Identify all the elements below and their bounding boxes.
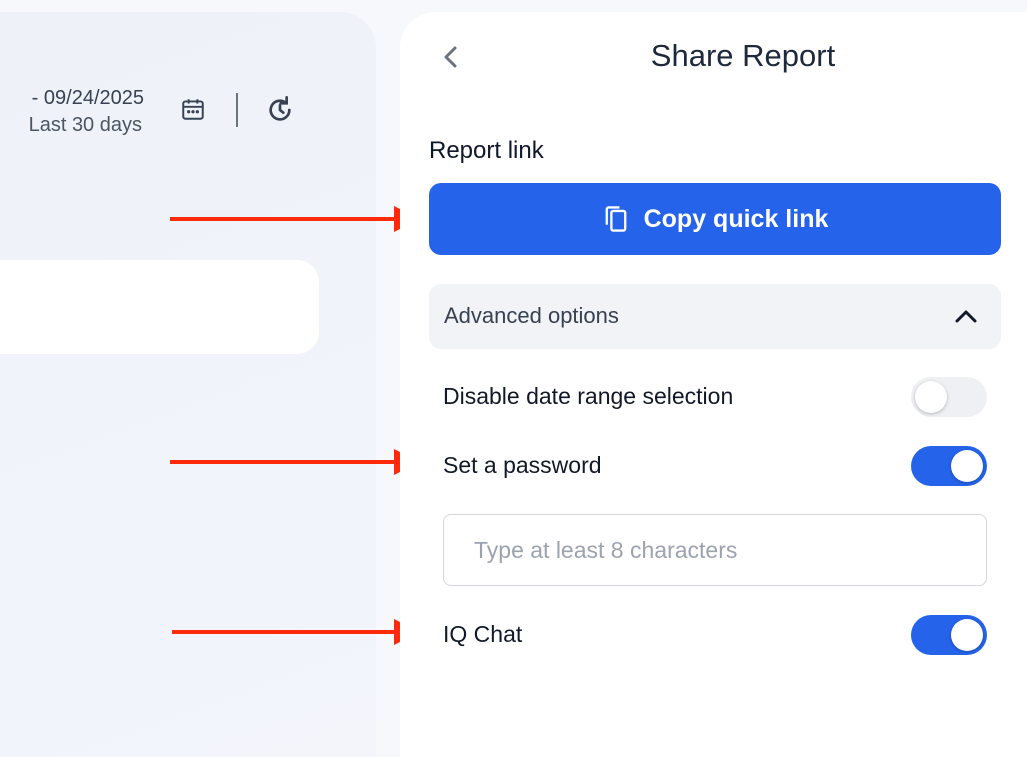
- toggle-knob: [915, 381, 947, 413]
- disable-date-range-label: Disable date range selection: [443, 383, 734, 409]
- date-range-text[interactable]: - 09/24/2025: [4, 82, 144, 114]
- iq-chat-label: IQ Chat: [443, 621, 523, 647]
- annotation-arrow-password: [170, 449, 420, 475]
- copy-quick-link-label: Copy quick link: [643, 204, 829, 233]
- copy-quick-link-button[interactable]: Copy quick link: [429, 183, 1001, 255]
- toolbar-divider: [236, 93, 238, 127]
- calendar-icon[interactable]: [180, 96, 206, 122]
- annotation-arrow-iq-chat: [172, 619, 420, 645]
- toggle-knob: [951, 619, 983, 651]
- date-preset-text[interactable]: Last 30 days: [0, 114, 142, 137]
- refresh-icon[interactable]: [264, 94, 296, 126]
- chevron-left-icon[interactable]: [440, 42, 462, 72]
- password-input[interactable]: [443, 514, 987, 586]
- iq-chat-toggle[interactable]: [911, 615, 987, 655]
- advanced-options-toggle[interactable]: Advanced options: [429, 284, 1001, 349]
- annotation-arrow-copy-link: [170, 206, 420, 232]
- disable-date-range-toggle[interactable]: [911, 377, 987, 417]
- toggle-knob: [951, 450, 983, 482]
- chevron-up-icon: [955, 310, 977, 323]
- background-card: [0, 260, 319, 354]
- set-password-toggle[interactable]: [911, 446, 987, 486]
- drawer-title: Share Report: [650, 38, 836, 73]
- advanced-options-label: Advanced options: [444, 303, 619, 328]
- report-link-label: Report link: [429, 137, 544, 164]
- copy-icon: [605, 206, 626, 232]
- set-password-label: Set a password: [443, 452, 602, 478]
